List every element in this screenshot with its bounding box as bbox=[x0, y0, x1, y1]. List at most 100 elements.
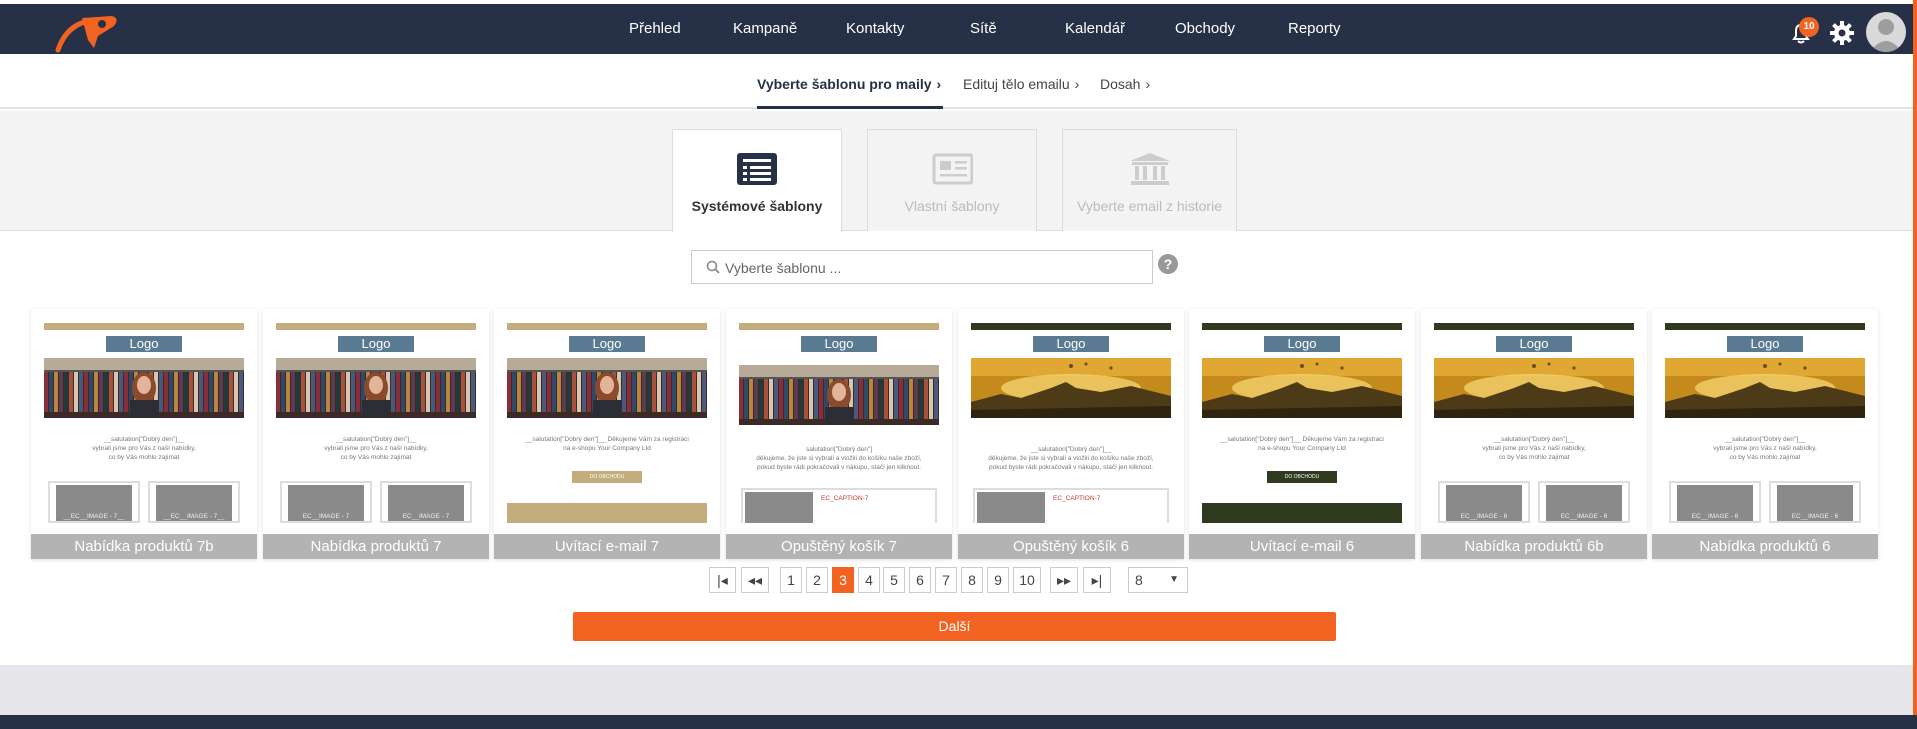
nav-item-2[interactable]: Kampaně bbox=[733, 20, 797, 37]
template-logo-placeholder: Logo bbox=[338, 336, 414, 352]
nav-item-3[interactable]: Kontakty bbox=[846, 20, 904, 37]
nav-item-1[interactable]: Přehled bbox=[629, 20, 681, 37]
gear-icon[interactable] bbox=[1829, 20, 1855, 46]
scrollbar-accent bbox=[1913, 0, 1917, 715]
chevron-right-icon: › bbox=[936, 76, 942, 92]
next-button[interactable]: Další bbox=[573, 612, 1336, 641]
wizard-step-3[interactable]: Dosah › bbox=[1100, 76, 1150, 92]
template-block-label: __EC__IMAGE - 7__ bbox=[163, 513, 225, 520]
search-icon bbox=[706, 260, 720, 274]
template-text-line: co by Vás mohlo zajímat bbox=[108, 454, 180, 461]
notification-badge: 10 bbox=[1799, 17, 1819, 37]
template-text-line: děkujeme, že jste si vybrali a vložili d… bbox=[988, 455, 1154, 462]
template-block-label: EC__IMAGE - 7 bbox=[302, 513, 350, 520]
template-source-tabs: Systémové šablony Vlastní šablony Vyberte … bbox=[0, 111, 1913, 232]
page-button-6[interactable]: 6 bbox=[909, 567, 931, 593]
template-card[interactable]: Logo __salutation["Dobrý den"]__ vybrali j… bbox=[1652, 309, 1878, 559]
template-card[interactable]: Logo __salutation["Dobrý den"]__ vybrali j… bbox=[1421, 309, 1647, 559]
footer-band bbox=[0, 665, 1913, 715]
list-icon bbox=[737, 153, 777, 185]
nav-item-6[interactable]: Obchody bbox=[1175, 20, 1235, 37]
active-step-indicator bbox=[757, 106, 943, 109]
template-greeting: salutation["Dobrý den"] bbox=[805, 446, 873, 453]
template-text-line: vybrali jsme pro Vás z naší nabídky, bbox=[92, 445, 196, 452]
landscape-photo bbox=[1202, 358, 1402, 418]
landscape-photo bbox=[1434, 358, 1634, 418]
tab-bank[interactable]: Vyberte email z historie bbox=[1062, 129, 1237, 231]
template-name: Nabídka produktů 7 bbox=[263, 534, 489, 559]
per-page-select[interactable]: 8 ▼ bbox=[1128, 567, 1188, 593]
template-block-label: __EC__IMAGE - 7__ bbox=[63, 513, 125, 520]
template-block-label: EC__IMAGE - 6 bbox=[1691, 513, 1739, 520]
clothing-photo bbox=[276, 358, 476, 418]
tab-newspaper[interactable]: Vlastní šablony bbox=[867, 129, 1037, 231]
landscape-photo bbox=[971, 358, 1171, 418]
search-input[interactable] bbox=[725, 257, 1145, 279]
per-page-value: 8 bbox=[1135, 572, 1143, 588]
template-block-label: EC__IMAGE - 6 bbox=[1560, 513, 1608, 520]
template-text-line: na e-shopu Your Company Ltd bbox=[563, 445, 651, 452]
user-avatar[interactable] bbox=[1866, 12, 1906, 52]
chevron-down-icon: ▼ bbox=[1169, 574, 1179, 585]
template-card[interactable]: Logo __salutation["Dobrý den"]__ Děkujeme… bbox=[494, 309, 720, 559]
template-card[interactable]: Logo __salutation["Dobrý den"]__ Děkujeme… bbox=[1189, 309, 1415, 559]
page-button-1[interactable]: 1 bbox=[780, 567, 802, 593]
template-card[interactable]: Logo salutation["Dobrý den"] děkujeme, že … bbox=[726, 309, 952, 559]
template-logo-placeholder: Logo bbox=[569, 336, 645, 352]
wizard-steps: Vyberte šablonu pro maily › Edituj tělo em… bbox=[0, 54, 1913, 109]
template-image-block: EC__IMAGE - 7 bbox=[380, 481, 472, 523]
top-navbar: Přehled Kampaně Kontakty Sítě Kalendář Obchod… bbox=[0, 4, 1913, 54]
tab-list[interactable]: Systémové šablony bbox=[672, 129, 842, 232]
template-header-bar bbox=[739, 323, 939, 330]
template-thumbnail: Logo __salutation["Dobrý den"]__ děkujeme,… bbox=[971, 323, 1171, 523]
template-greeting: __salutation["Dobrý den"]__ bbox=[1724, 436, 1806, 443]
template-thumbnail: Logo __salutation["Dobrý den"]__ vybrali j… bbox=[44, 323, 244, 523]
template-greeting: __salutation["Dobrý den"]__ Děkujeme Vám… bbox=[525, 436, 689, 443]
page-button-2[interactable]: 2 bbox=[806, 567, 828, 593]
template-greeting: __salutation["Dobrý den"]__ Děkujeme Vám… bbox=[1220, 436, 1384, 443]
template-text-line: pokud byste rádi pokračovali v nákupu, s… bbox=[756, 464, 922, 471]
template-logo-placeholder: Logo bbox=[1727, 336, 1803, 352]
chevron-right-icon: › bbox=[1145, 76, 1151, 92]
help-icon[interactable]: ? bbox=[1158, 254, 1178, 274]
template-image-block: EC__IMAGE - 6 bbox=[1538, 481, 1630, 523]
template-text-line: pokud byste rádi pokračovali v nákupu, s… bbox=[988, 464, 1154, 471]
template-block-label: EC_CAPTION-7 bbox=[1053, 495, 1101, 502]
page-button-8[interactable]: 8 bbox=[961, 567, 983, 593]
last-page-button[interactable]: ▸| bbox=[1083, 567, 1111, 593]
template-cart-table: EC_CAPTION-7 bbox=[973, 488, 1169, 523]
template-header-bar bbox=[971, 323, 1171, 330]
template-image-block: __EC__IMAGE - 7__ bbox=[48, 481, 140, 523]
template-thumbnail: Logo __salutation["Dobrý den"]__ Děkujeme… bbox=[507, 323, 707, 523]
page-button-10[interactable]: 10 bbox=[1013, 567, 1041, 593]
nav-item-7[interactable]: Reporty bbox=[1288, 20, 1341, 37]
template-header-bar bbox=[276, 323, 476, 330]
template-name: Nabídka produktů 7b bbox=[31, 534, 257, 559]
page-button-4[interactable]: 4 bbox=[858, 567, 880, 593]
clothing-photo bbox=[507, 358, 707, 418]
template-name: Nabídka produktů 6b bbox=[1421, 534, 1647, 559]
wizard-step-1[interactable]: Vyberte šablonu pro maily › bbox=[757, 76, 941, 92]
page-button-5[interactable]: 5 bbox=[883, 567, 905, 593]
template-header-bar bbox=[507, 323, 707, 330]
template-card[interactable]: Logo __salutation["Dobrý den"]__ děkujeme,… bbox=[958, 309, 1184, 559]
template-greeting: __salutation["Dobrý den"]__ bbox=[1030, 446, 1112, 453]
prev-page-button[interactable]: ◂◂ bbox=[741, 567, 769, 593]
template-search bbox=[691, 250, 1153, 284]
template-logo-placeholder: Logo bbox=[1496, 336, 1572, 352]
template-thumbnail: Logo __salutation["Dobrý den"]__ vybrali j… bbox=[1434, 323, 1634, 523]
template-card[interactable]: Logo __salutation["Dobrý den"]__ vybrali j… bbox=[31, 309, 257, 559]
first-page-button[interactable]: |◂ bbox=[709, 567, 736, 593]
page-button-9[interactable]: 9 bbox=[987, 567, 1009, 593]
nav-item-5[interactable]: Kalendář bbox=[1065, 20, 1125, 37]
template-card[interactable]: Logo __salutation["Dobrý den"]__ vybrali j… bbox=[263, 309, 489, 559]
page-button-7[interactable]: 7 bbox=[935, 567, 957, 593]
nav-item-4[interactable]: Sítě bbox=[970, 20, 997, 37]
template-image-block: EC__IMAGE - 6 bbox=[1769, 481, 1861, 523]
wizard-step-2[interactable]: Edituj tělo emailu › bbox=[963, 76, 1079, 92]
next-page-button[interactable]: ▸▸ bbox=[1050, 567, 1078, 593]
template-thumbnail: Logo __salutation["Dobrý den"]__ Děkujeme… bbox=[1202, 323, 1402, 523]
template-image-block: EC__IMAGE - 6 bbox=[1438, 481, 1530, 523]
template-name: Opuštěný košík 6 bbox=[958, 534, 1184, 559]
page-button-3[interactable]: 3 bbox=[832, 567, 854, 593]
